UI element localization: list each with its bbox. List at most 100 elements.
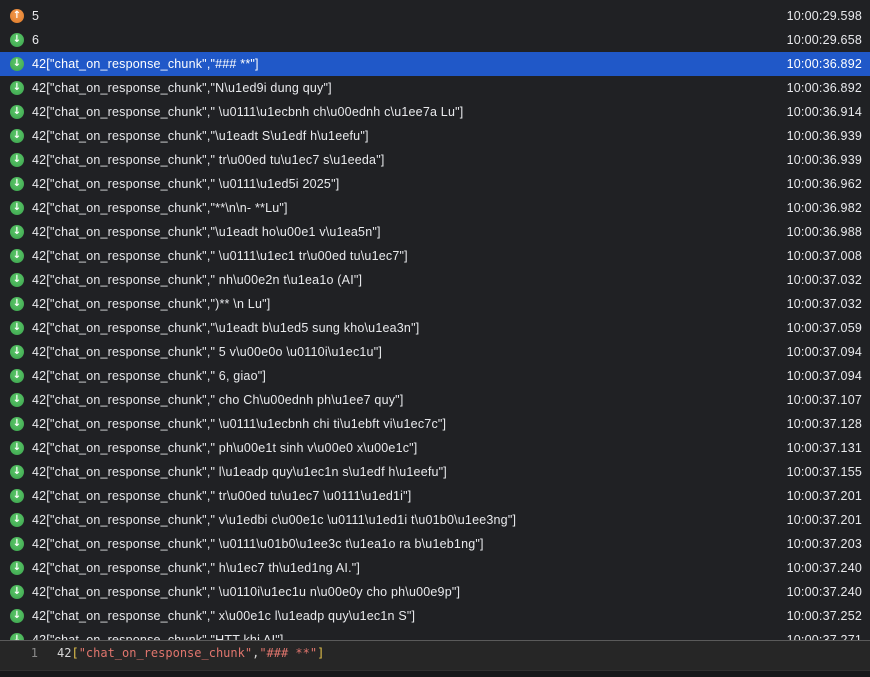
frame-time: 10:00:37.128 xyxy=(787,417,862,431)
received-arrow-icon: ↓ xyxy=(10,537,24,551)
received-arrow-icon: ↓ xyxy=(10,585,24,599)
frame-row[interactable]: ↓ 42["chat_on_response_chunk"," l\u1eadp… xyxy=(0,460,870,484)
frame-text: 42["chat_on_response_chunk"," \u0111\u01… xyxy=(32,537,773,551)
frame-text: 42["chat_on_response_chunk"," nh\u00e2n … xyxy=(32,273,773,287)
frame-row[interactable]: ↓ 6 10:00:29.658 xyxy=(0,28,870,52)
line-number: 1 xyxy=(0,646,38,660)
frame-row[interactable]: ↑ 5 10:00:29.598 xyxy=(0,4,870,28)
frame-row[interactable]: ↓ 42["chat_on_response_chunk","HTT khi A… xyxy=(0,628,870,640)
frame-time: 10:00:37.240 xyxy=(787,585,862,599)
frame-row[interactable]: ↓ 42["chat_on_response_chunk",")** \n Lu… xyxy=(0,292,870,316)
frame-row[interactable]: ↓ 42["chat_on_response_chunk","N\u1ed9i … xyxy=(0,76,870,100)
received-arrow-icon: ↓ xyxy=(10,345,24,359)
token-close-bracket: ] xyxy=(317,646,324,660)
frame-text: 42["chat_on_response_chunk"," cho Ch\u00… xyxy=(32,393,773,407)
frame-text: 42["chat_on_response_chunk","HTT khi AI"… xyxy=(32,633,773,640)
token-event-string: "chat_on_response_chunk" xyxy=(79,646,252,660)
frame-text: 42["chat_on_response_chunk"," ph\u00e1t … xyxy=(32,441,773,455)
frame-text: 42["chat_on_response_chunk"," l\u1eadp q… xyxy=(32,465,773,479)
frame-row[interactable]: ↓ 42["chat_on_response_chunk"," tr\u00ed… xyxy=(0,484,870,508)
received-arrow-icon: ↓ xyxy=(10,129,24,143)
received-arrow-icon: ↓ xyxy=(10,57,24,71)
frame-preview-pane[interactable]: 1 42["chat_on_response_chunk","### **"] xyxy=(0,640,870,670)
frame-row[interactable]: ↓ 42["chat_on_response_chunk"," \u0111\u… xyxy=(0,172,870,196)
frame-row[interactable]: ↓ 42["chat_on_response_chunk","\u1eadt h… xyxy=(0,220,870,244)
frame-row[interactable]: ↓ 42["chat_on_response_chunk"," cho Ch\u… xyxy=(0,388,870,412)
received-arrow-icon: ↓ xyxy=(10,465,24,479)
frame-text: 42["chat_on_response_chunk"," x\u00e1c l… xyxy=(32,609,773,623)
received-arrow-icon: ↓ xyxy=(10,417,24,431)
frame-time: 10:00:37.094 xyxy=(787,369,862,383)
frame-text: 42["chat_on_response_chunk"," \u0111\u1e… xyxy=(32,105,773,119)
frame-row[interactable]: ↓ 42["chat_on_response_chunk","\u1eadt b… xyxy=(0,316,870,340)
token-open-bracket: [ xyxy=(71,646,78,660)
frame-time: 10:00:36.982 xyxy=(787,201,862,215)
frame-time: 10:00:37.131 xyxy=(787,441,862,455)
frame-text: 5 xyxy=(32,9,773,23)
frame-time: 10:00:37.107 xyxy=(787,393,862,407)
frame-text: 42["chat_on_response_chunk","\u1eadt b\u… xyxy=(32,321,773,335)
frame-time: 10:00:37.155 xyxy=(787,465,862,479)
preview-code: 42["chat_on_response_chunk","### **"] xyxy=(57,646,324,660)
frames-list[interactable]: ↑ 5 10:00:29.598 ↓ 6 10:00:29.658 ↓ 42["… xyxy=(0,0,870,640)
received-arrow-icon: ↓ xyxy=(10,81,24,95)
received-arrow-icon: ↓ xyxy=(10,225,24,239)
frame-row[interactable]: ↓ 42["chat_on_response_chunk"," \u0111\u… xyxy=(0,100,870,124)
frame-text: 42["chat_on_response_chunk"," 6, giao"] xyxy=(32,369,773,383)
frame-time: 10:00:29.658 xyxy=(787,33,862,47)
bottom-edge-strip xyxy=(0,670,870,677)
received-arrow-icon: ↓ xyxy=(10,297,24,311)
frame-text: 42["chat_on_response_chunk"," \u0111\u1e… xyxy=(32,249,773,263)
frame-row[interactable]: ↓ 42["chat_on_response_chunk","\u1eadt S… xyxy=(0,124,870,148)
frame-time: 10:00:36.988 xyxy=(787,225,862,239)
frame-time: 10:00:37.203 xyxy=(787,537,862,551)
frame-row[interactable]: ↓ 42["chat_on_response_chunk"," \u0111\u… xyxy=(0,244,870,268)
received-arrow-icon: ↓ xyxy=(10,633,24,640)
frame-row[interactable]: ↓ 42["chat_on_response_chunk"," \u0110i\… xyxy=(0,580,870,604)
frame-text: 42["chat_on_response_chunk"," \u0110i\u1… xyxy=(32,585,773,599)
frame-text: 42["chat_on_response_chunk"," v\u1edbi c… xyxy=(32,513,773,527)
frame-row[interactable]: ↓ 42["chat_on_response_chunk"," v\u1edbi… xyxy=(0,508,870,532)
received-arrow-icon: ↓ xyxy=(10,393,24,407)
received-arrow-icon: ↓ xyxy=(10,153,24,167)
received-arrow-icon: ↓ xyxy=(10,201,24,215)
frame-time: 10:00:36.914 xyxy=(787,105,862,119)
frame-row[interactable]: ↓ 42["chat_on_response_chunk"," \u0111\u… xyxy=(0,532,870,556)
frame-text: 42["chat_on_response_chunk","**\n\n- **L… xyxy=(32,201,773,215)
frame-time: 10:00:36.962 xyxy=(787,177,862,191)
received-arrow-icon: ↓ xyxy=(10,273,24,287)
frame-row[interactable]: ↓ 42["chat_on_response_chunk"," ph\u00e1… xyxy=(0,436,870,460)
preview-code-line: 1 42["chat_on_response_chunk","### **"] xyxy=(0,644,870,662)
frame-row[interactable]: ↓ 42["chat_on_response_chunk"," nh\u00e2… xyxy=(0,268,870,292)
received-arrow-icon: ↓ xyxy=(10,513,24,527)
frame-time: 10:00:36.939 xyxy=(787,153,862,167)
frame-time: 10:00:37.201 xyxy=(787,513,862,527)
token-number: 42 xyxy=(57,646,71,660)
frame-text: 42["chat_on_response_chunk"," 5 v\u00e0o… xyxy=(32,345,773,359)
frame-text: 42["chat_on_response_chunk"," tr\u00ed t… xyxy=(32,489,773,503)
frame-row[interactable]: ↓ 42["chat_on_response_chunk"," x\u00e1c… xyxy=(0,604,870,628)
frame-text: 42["chat_on_response_chunk","\u1eadt S\u… xyxy=(32,129,773,143)
frame-row[interactable]: ↓ 42["chat_on_response_chunk"," 6, giao"… xyxy=(0,364,870,388)
frame-time: 10:00:37.032 xyxy=(787,297,862,311)
frame-time: 10:00:37.059 xyxy=(787,321,862,335)
frame-text: 6 xyxy=(32,33,773,47)
frame-time: 10:00:29.598 xyxy=(787,9,862,23)
frame-row[interactable]: ↓ 42["chat_on_response_chunk"," tr\u00ed… xyxy=(0,148,870,172)
received-arrow-icon: ↓ xyxy=(10,105,24,119)
frame-row[interactable]: ↓ 42["chat_on_response_chunk"," 5 v\u00e… xyxy=(0,340,870,364)
received-arrow-icon: ↓ xyxy=(10,177,24,191)
frame-row[interactable]: ↓ 42["chat_on_response_chunk"," h\u1ec7 … xyxy=(0,556,870,580)
sent-arrow-icon: ↑ xyxy=(10,9,24,23)
frame-text: 42["chat_on_response_chunk","N\u1ed9i du… xyxy=(32,81,773,95)
frame-row[interactable]: ↓ 42["chat_on_response_chunk","**\n\n- *… xyxy=(0,196,870,220)
frame-time: 10:00:37.252 xyxy=(787,609,862,623)
frame-text: 42["chat_on_response_chunk"," h\u1ec7 th… xyxy=(32,561,773,575)
frame-text: 42["chat_on_response_chunk"," \u0111\u1e… xyxy=(32,417,773,431)
frame-row[interactable]: ↓ 42["chat_on_response_chunk"," \u0111\u… xyxy=(0,412,870,436)
frame-time: 10:00:37.094 xyxy=(787,345,862,359)
frame-text: 42["chat_on_response_chunk"," \u0111\u1e… xyxy=(32,177,773,191)
frame-row[interactable]: ↓ 42["chat_on_response_chunk","### **"] … xyxy=(0,52,870,76)
received-arrow-icon: ↓ xyxy=(10,441,24,455)
frame-time: 10:00:37.032 xyxy=(787,273,862,287)
